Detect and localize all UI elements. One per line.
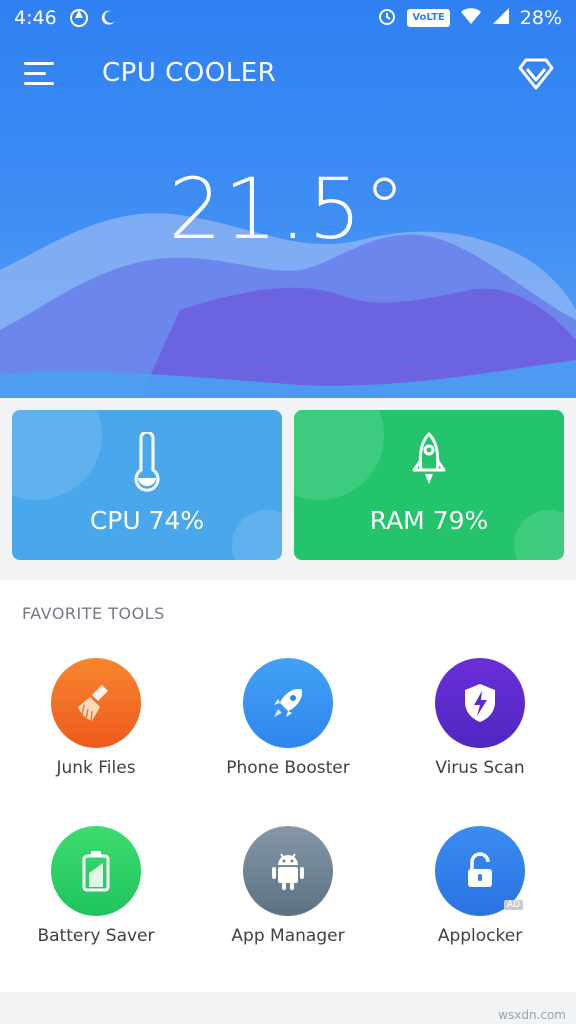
tool-app-manager[interactable]: App Manager xyxy=(192,826,384,976)
tool-label: Phone Booster xyxy=(226,758,350,778)
tool-label: Junk Files xyxy=(56,758,136,778)
watermark: wsxdn.com xyxy=(498,1008,566,1022)
tool-phone-booster[interactable]: Phone Booster xyxy=(192,658,384,808)
battery-percent: 28% xyxy=(519,7,562,29)
diamond-icon xyxy=(518,58,554,90)
moon-icon xyxy=(99,9,117,27)
favorite-tools-panel: FAVORITE TOOLS Junk Files Phone Booster xyxy=(0,580,576,992)
cpu-usage-label: CPU 74% xyxy=(89,506,205,535)
tool-label: App Manager xyxy=(231,926,345,946)
volte-badge: VoLTE xyxy=(407,9,450,27)
tool-applocker[interactable]: AD Applocker xyxy=(384,826,576,976)
hero-header: 4:46 VoLTE 28% CPU COOLER 21.5° xyxy=(0,0,576,398)
thermometer-icon xyxy=(134,432,160,492)
tool-virus-scan[interactable]: Virus Scan xyxy=(384,658,576,808)
temperature-readout: 21.5° xyxy=(168,160,408,258)
broom-icon xyxy=(78,685,108,722)
aperture-icon xyxy=(69,8,89,28)
status-bar: 4:46 VoLTE 28% xyxy=(0,0,576,36)
lock-icon xyxy=(468,852,492,887)
premium-diamond-button[interactable] xyxy=(516,54,556,94)
tool-label: Applocker xyxy=(437,926,523,946)
bottom-strip: wsxdn.com xyxy=(0,1004,576,1024)
menu-button[interactable] xyxy=(24,58,56,90)
app-title: CPU COOLER xyxy=(102,58,277,88)
status-time: 4:46 xyxy=(14,7,57,29)
battery-icon xyxy=(82,851,110,892)
signal-icon xyxy=(492,7,510,30)
tool-label: Virus Scan xyxy=(435,758,525,778)
wifi-icon xyxy=(460,7,482,30)
android-icon xyxy=(272,853,304,890)
ad-badge: AD xyxy=(503,900,523,910)
rocket-icon xyxy=(274,689,302,717)
favorite-tools-heading: FAVORITE TOOLS xyxy=(22,604,165,623)
tool-junk-files[interactable]: Junk Files xyxy=(0,658,192,808)
alarm-icon xyxy=(377,6,397,31)
ram-card[interactable]: RAM 79% xyxy=(294,410,564,560)
cpu-card[interactable]: CPU 74% xyxy=(12,410,282,560)
tool-label: Battery Saver xyxy=(37,926,155,946)
ram-usage-label: RAM 79% xyxy=(369,506,489,535)
rocket-outline-icon xyxy=(412,432,446,484)
shield-icon xyxy=(465,684,495,722)
tool-battery-saver[interactable]: Battery Saver xyxy=(0,826,192,976)
